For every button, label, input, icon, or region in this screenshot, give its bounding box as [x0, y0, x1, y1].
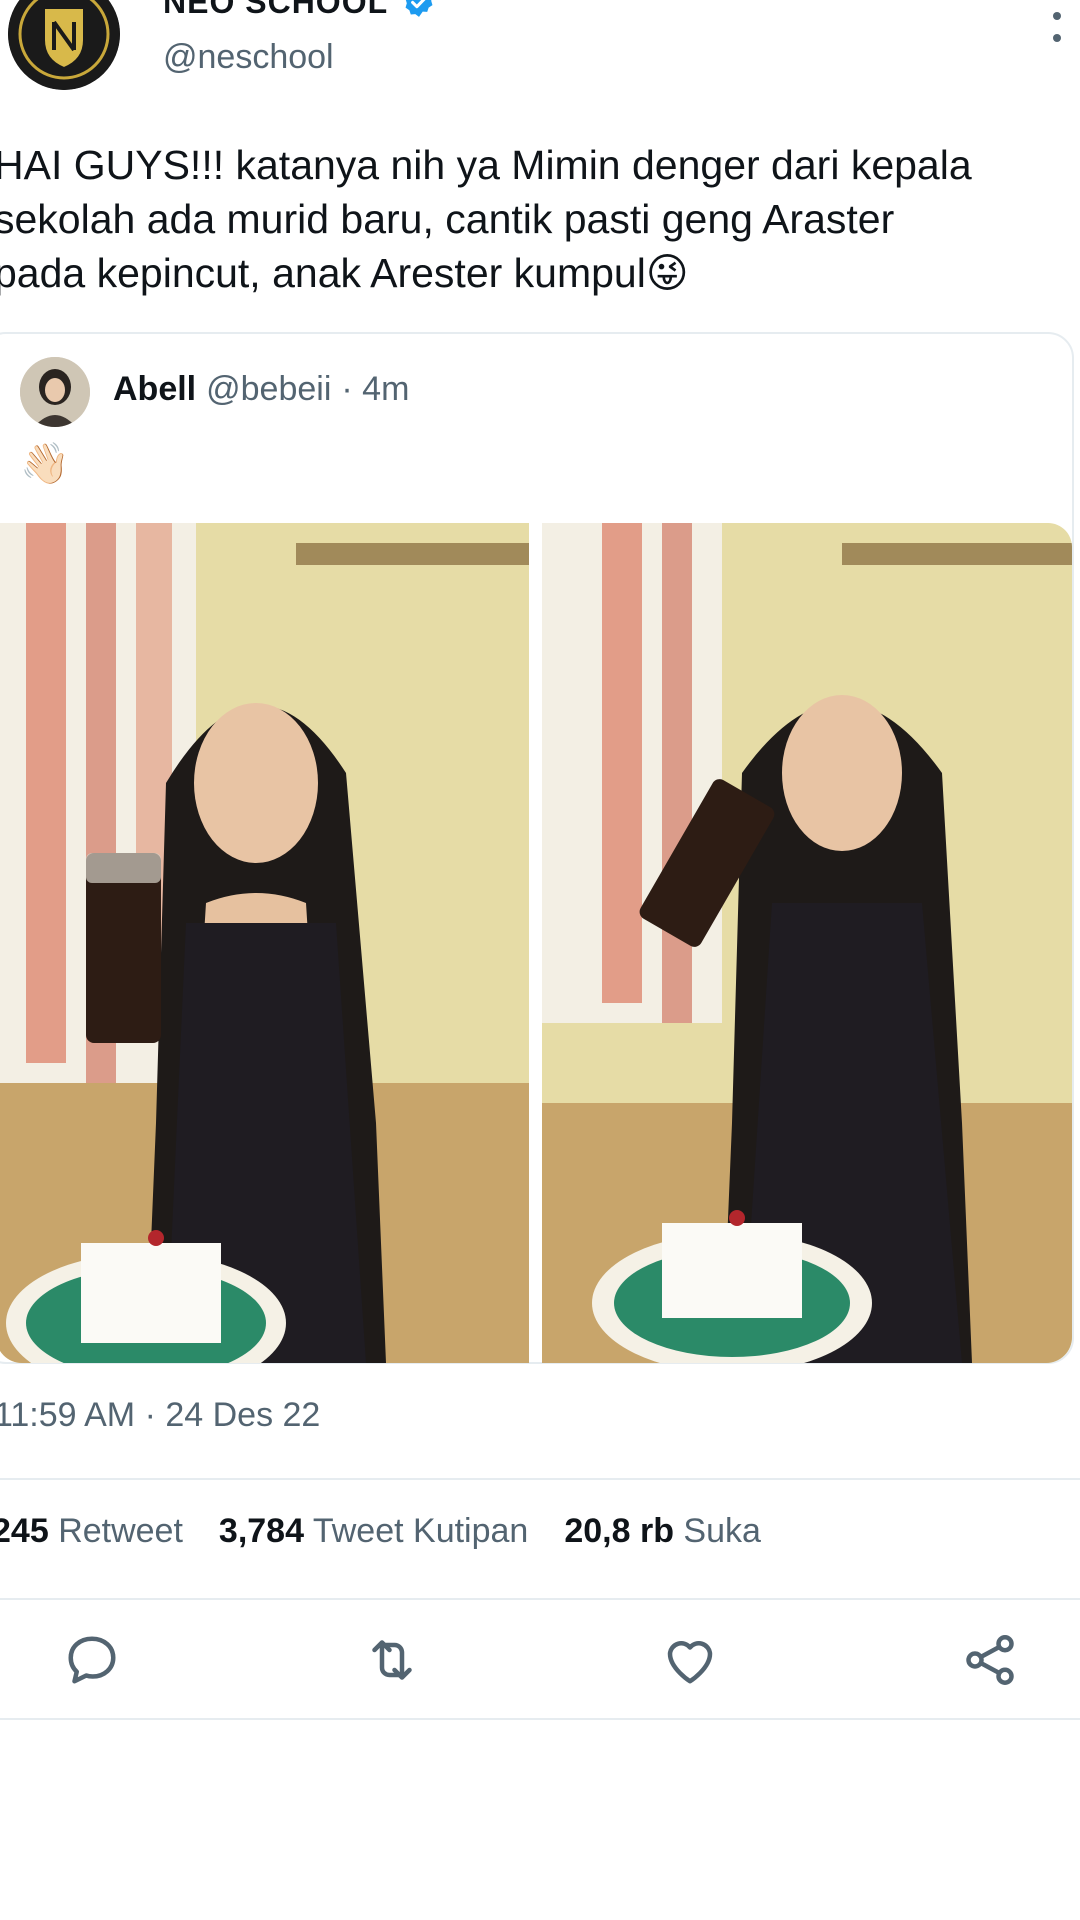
heart-icon — [667, 1641, 713, 1684]
quoted-time: · 4m — [341, 370, 410, 408]
share-button[interactable] — [950, 1620, 1030, 1700]
quote-label: Tweet Kutipan — [312, 1512, 529, 1550]
tweet-action-bar — [0, 1620, 1080, 1710]
quoted-header: Abell @bebeii · 4m — [113, 370, 409, 409]
retweet-label: Retweet — [58, 1512, 183, 1550]
quoted-name[interactable]: Abell — [113, 370, 196, 409]
tweet-stats: 245 Retweet 3,784 Tweet Kutipan 20,8 rb … — [0, 1512, 761, 1551]
like-count: 20,8 rb — [564, 1512, 674, 1550]
account-name[interactable]: NEO SCHOOL — [163, 0, 388, 21]
like-stat[interactable]: 20,8 rb Suka — [564, 1512, 761, 1551]
quoted-photo-2[interactable] — [542, 523, 1072, 1363]
quote-stat[interactable]: 3,784 Tweet Kutipan — [219, 1512, 528, 1551]
like-button[interactable] — [650, 1620, 730, 1700]
tweet-timestamp[interactable]: 11:59 AM · 24 Des 22 — [0, 1396, 320, 1435]
quoted-photo-1[interactable] — [0, 523, 529, 1363]
quoted-avatar[interactable] — [20, 357, 90, 427]
account-avatar[interactable] — [8, 0, 120, 90]
quoted-handle[interactable]: @bebeii — [206, 370, 331, 409]
quote-count: 3,784 — [218, 1512, 305, 1550]
school-logo — [8, 0, 120, 90]
divider — [0, 1598, 1080, 1600]
more-vertical-icon[interactable] — [1042, 0, 1072, 42]
verified-badge-icon — [405, 0, 433, 17]
reply-button[interactable] — [52, 1620, 132, 1700]
tweet-text: HAI GUYS!!! katanya nih ya Mimin denger … — [0, 142, 972, 296]
account-handle[interactable]: @neschool — [163, 38, 334, 77]
retweet-button[interactable] — [352, 1620, 432, 1700]
quoted-avatar-image — [20, 357, 90, 427]
divider — [0, 1478, 1080, 1480]
photo-illustration — [542, 523, 1072, 1363]
account-name-row: NEO SCHOOL — [163, 0, 436, 22]
quoted-text: 👋🏻 — [20, 442, 70, 486]
retweet-count: 245 — [0, 1512, 49, 1550]
photo-illustration — [0, 523, 529, 1363]
divider — [0, 1718, 1080, 1720]
retweet-stat[interactable]: 245 Retweet — [0, 1512, 183, 1551]
retweet-icon — [372, 1640, 412, 1680]
like-label: Suka — [683, 1512, 761, 1550]
share-icon — [966, 1635, 1014, 1685]
reply-icon — [68, 1636, 116, 1684]
